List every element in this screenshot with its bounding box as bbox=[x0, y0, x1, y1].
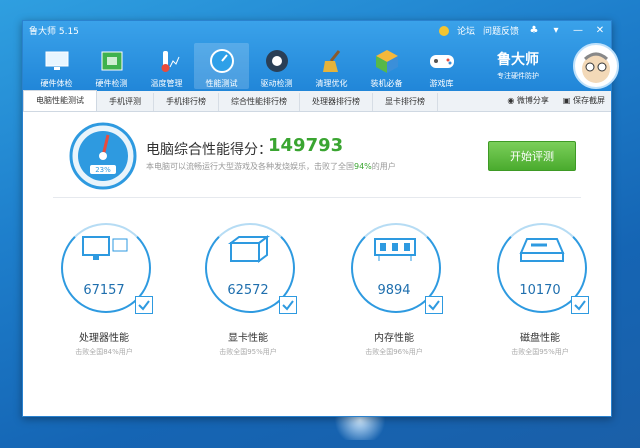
disk-card: 10170 磁盘性能 击败全国95%用户 bbox=[487, 221, 597, 371]
score-panel: 23% 电脑综合性能得分： 149793 本电脑可以流畅运行大型游戏及各种发烧娱… bbox=[68, 121, 588, 201]
nav-essentials[interactable]: 装机必备 bbox=[359, 43, 414, 89]
brand: 鲁大师 专注硬件防护 bbox=[497, 49, 539, 81]
nav-label: 装机必备 bbox=[370, 79, 403, 88]
app-window: 鲁大师 5.15 论坛 问题反馈 ♣ ▾ — ✕ 硬件体检 硬件检测 温度管理 … bbox=[22, 20, 619, 417]
app-title: 鲁大师 5.15 bbox=[29, 27, 79, 37]
memory-icon bbox=[369, 233, 421, 265]
nav-label: 硬件检测 bbox=[95, 79, 128, 88]
thermometer-icon bbox=[152, 47, 182, 75]
gear-icon bbox=[262, 47, 292, 75]
gpu-icon bbox=[223, 233, 275, 265]
screenshot-label: 保存截屏 bbox=[573, 96, 605, 105]
skin-icon[interactable]: ♣ bbox=[527, 25, 541, 36]
disk-checkbox[interactable] bbox=[571, 296, 589, 314]
cube-icon bbox=[372, 47, 402, 75]
desktop-sparkle-icon: ✦ bbox=[356, 407, 365, 418]
nav-label: 游戏库 bbox=[429, 79, 454, 88]
cpu-checkbox[interactable] bbox=[135, 296, 153, 314]
disk-subtitle: 击败全国95%用户 bbox=[511, 348, 569, 356]
tab-overall-ranking[interactable]: 综合性能排行榜 bbox=[219, 93, 300, 111]
start-test-button[interactable]: 开始评测 bbox=[488, 141, 576, 171]
monitor-icon bbox=[42, 47, 72, 75]
speedometer-icon bbox=[207, 47, 237, 75]
tab-actions: ◉ 微博分享 ▣ 保存截屏 bbox=[507, 95, 605, 106]
title-bar: 鲁大师 5.15 论坛 问题反馈 ♣ ▾ — ✕ 硬件体检 硬件检测 温度管理 … bbox=[23, 21, 619, 91]
score-desc-percent: 94% bbox=[354, 162, 372, 171]
sub-tabs: 电脑性能测试 手机评测 手机排行榜 综合性能排行榜 处理器排行榜 显卡排行榜 ◉… bbox=[23, 90, 611, 112]
nav-temperature[interactable]: 温度管理 bbox=[139, 43, 194, 89]
minimize-icon[interactable]: — bbox=[571, 25, 585, 36]
camera-icon: ▣ bbox=[562, 96, 573, 105]
broom-icon bbox=[317, 47, 347, 75]
tab-gpu-ranking[interactable]: 显卡排行榜 bbox=[373, 93, 438, 111]
gpu-subtitle: 击败全国95%用户 bbox=[219, 348, 277, 356]
gpu-card: 62572 显卡性能 击败全国95%用户 bbox=[195, 221, 305, 371]
brand-slogan: 专注硬件防护 bbox=[497, 72, 539, 80]
weibo-share-button[interactable]: ◉ 微博分享 bbox=[507, 95, 549, 106]
weibo-share-label: 微博分享 bbox=[516, 96, 549, 105]
score-label: 电脑综合性能得分： bbox=[146, 142, 272, 158]
tab-pc-performance[interactable]: 电脑性能测试 bbox=[23, 90, 97, 111]
nav-clean-optimize[interactable]: 清理优化 bbox=[304, 43, 359, 89]
divider bbox=[53, 197, 581, 198]
memory-card: 9894 内存性能 击败全国96%用户 bbox=[341, 221, 451, 371]
gpu-checkbox[interactable] bbox=[279, 296, 297, 314]
cpu-icon bbox=[79, 233, 131, 265]
coin-icon[interactable] bbox=[438, 25, 449, 36]
menu-icon[interactable]: ▾ bbox=[549, 25, 563, 36]
memory-title: 内存性能 bbox=[374, 333, 414, 344]
nav-label: 驱动检测 bbox=[260, 79, 293, 88]
cpu-card: 67157 处理器性能 击败全国84%用户 bbox=[51, 221, 161, 371]
gpu-title: 显卡性能 bbox=[228, 333, 268, 344]
main-nav: 硬件体检 硬件检测 温度管理 性能测试 驱动检测 清理优化 装机必备 游戏库 bbox=[29, 43, 469, 89]
disk-icon bbox=[515, 233, 567, 265]
cpu-title: 处理器性能 bbox=[79, 333, 129, 344]
nav-label: 硬件体检 bbox=[40, 79, 73, 88]
tab-phone-ranking[interactable]: 手机排行榜 bbox=[154, 93, 219, 111]
save-screenshot-button[interactable]: ▣ 保存截屏 bbox=[563, 95, 605, 106]
nav-performance-test[interactable]: 性能测试 bbox=[194, 43, 249, 89]
weibo-icon: ◉ bbox=[507, 96, 517, 105]
forum-link[interactable]: 论坛 bbox=[457, 24, 475, 37]
gamepad-icon bbox=[427, 47, 457, 75]
title-actions: 论坛 问题反馈 ♣ ▾ — ✕ bbox=[438, 24, 607, 37]
chip-icon bbox=[97, 47, 127, 75]
nav-hardware-detect[interactable]: 硬件检测 bbox=[84, 43, 139, 89]
nav-hardware-checkup[interactable]: 硬件体检 bbox=[29, 43, 84, 89]
tab-phone-review[interactable]: 手机评测 bbox=[97, 93, 154, 111]
disk-title: 磁盘性能 bbox=[520, 333, 560, 344]
mascot-avatar bbox=[573, 43, 619, 89]
memory-checkbox[interactable] bbox=[425, 296, 443, 314]
component-cards: 67157 处理器性能 击败全国84%用户 62572 显卡性能 击败全国95%… bbox=[23, 221, 611, 381]
speed-gauge-icon: 23% bbox=[68, 121, 138, 191]
score-desc-prefix: 本电脑可以流畅运行大型游戏及各种发烧娱乐，击败了全国 bbox=[146, 162, 354, 171]
nav-game-library[interactable]: 游戏库 bbox=[414, 43, 469, 89]
nav-label: 温度管理 bbox=[150, 79, 183, 88]
close-icon[interactable]: ✕ bbox=[593, 25, 607, 36]
score-value: 149793 bbox=[268, 135, 344, 156]
nav-label: 性能测试 bbox=[205, 79, 238, 88]
nav-driver-detect[interactable]: 驱动检测 bbox=[249, 43, 304, 89]
gauge-reading: 23% bbox=[95, 166, 111, 174]
cpu-subtitle: 击败全国84%用户 bbox=[75, 348, 133, 356]
score-description: 本电脑可以流畅运行大型游戏及各种发烧娱乐，击败了全国94%的用户 bbox=[146, 161, 396, 172]
brand-name: 鲁大师 bbox=[497, 52, 539, 68]
tab-cpu-ranking[interactable]: 处理器排行榜 bbox=[300, 93, 373, 111]
score-desc-suffix: 的用户 bbox=[371, 162, 396, 171]
feedback-link[interactable]: 问题反馈 bbox=[483, 24, 519, 37]
memory-subtitle: 击败全国96%用户 bbox=[365, 348, 423, 356]
nav-label: 清理优化 bbox=[315, 79, 348, 88]
